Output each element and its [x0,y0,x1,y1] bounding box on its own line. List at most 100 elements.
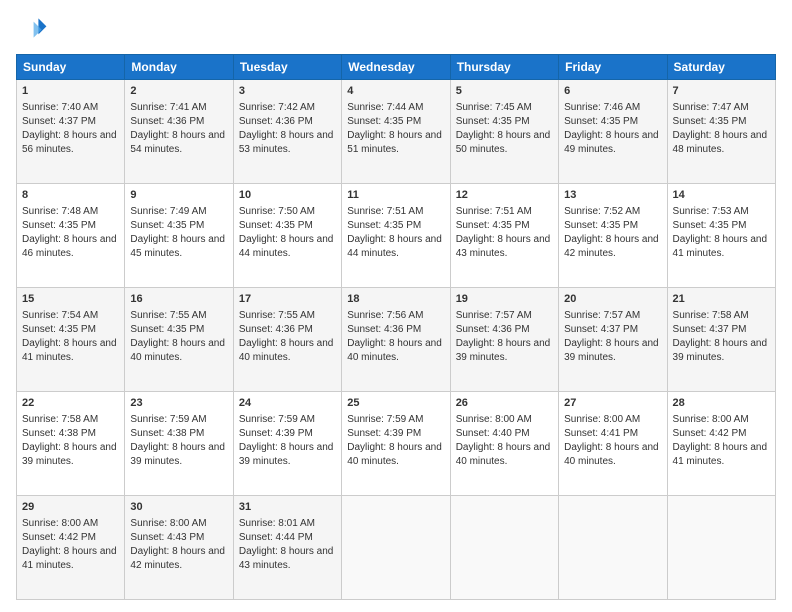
calendar-cell: 1Sunrise: 7:40 AMSunset: 4:37 PMDaylight… [17,80,125,184]
calendar-cell: 7Sunrise: 7:47 AMSunset: 4:35 PMDaylight… [667,80,775,184]
daylight-label: Daylight: 8 hours and 53 minutes. [239,130,334,155]
sunset-label: Sunset: 4:35 PM [130,324,204,335]
day-number: 15 [22,292,119,307]
daylight-label: Daylight: 8 hours and 41 minutes. [673,442,768,467]
calendar-cell: 8Sunrise: 7:48 AMSunset: 4:35 PMDaylight… [17,184,125,288]
calendar-cell: 17Sunrise: 7:55 AMSunset: 4:36 PMDayligh… [233,288,341,392]
daylight-label: Daylight: 8 hours and 40 minutes. [456,442,551,467]
sunset-label: Sunset: 4:35 PM [22,220,96,231]
daylight-label: Daylight: 8 hours and 40 minutes. [347,338,442,363]
sunrise-label: Sunrise: 7:45 AM [456,102,532,113]
daylight-label: Daylight: 8 hours and 39 minutes. [456,338,551,363]
calendar-cell: 11Sunrise: 7:51 AMSunset: 4:35 PMDayligh… [342,184,450,288]
daylight-label: Daylight: 8 hours and 39 minutes. [673,338,768,363]
sunrise-label: Sunrise: 8:00 AM [564,414,640,425]
calendar-cell: 14Sunrise: 7:53 AMSunset: 4:35 PMDayligh… [667,184,775,288]
daylight-label: Daylight: 8 hours and 40 minutes. [130,338,225,363]
day-number: 16 [130,292,227,307]
sunrise-label: Sunrise: 8:00 AM [456,414,532,425]
calendar-cell: 20Sunrise: 7:57 AMSunset: 4:37 PMDayligh… [559,288,667,392]
calendar-week-5: 29Sunrise: 8:00 AMSunset: 4:42 PMDayligh… [17,496,776,600]
calendar-header-row: SundayMondayTuesdayWednesdayThursdayFrid… [17,55,776,80]
calendar-week-2: 8Sunrise: 7:48 AMSunset: 4:35 PMDaylight… [17,184,776,288]
col-header-saturday: Saturday [667,55,775,80]
calendar-cell [559,496,667,600]
day-number: 21 [673,292,770,307]
daylight-label: Daylight: 8 hours and 43 minutes. [239,546,334,571]
daylight-label: Daylight: 8 hours and 41 minutes. [22,546,117,571]
sunrise-label: Sunrise: 7:57 AM [456,310,532,321]
daylight-label: Daylight: 8 hours and 44 minutes. [347,234,442,259]
day-number: 1 [22,84,119,99]
sunset-label: Sunset: 4:35 PM [564,220,638,231]
daylight-label: Daylight: 8 hours and 40 minutes. [347,442,442,467]
col-header-wednesday: Wednesday [342,55,450,80]
day-number: 12 [456,188,553,203]
daylight-label: Daylight: 8 hours and 39 minutes. [130,442,225,467]
sunrise-label: Sunrise: 7:57 AM [564,310,640,321]
sunrise-label: Sunrise: 7:49 AM [130,206,206,217]
day-number: 18 [347,292,444,307]
day-number: 6 [564,84,661,99]
col-header-friday: Friday [559,55,667,80]
day-number: 28 [673,396,770,411]
sunset-label: Sunset: 4:42 PM [673,428,747,439]
calendar-cell: 4Sunrise: 7:44 AMSunset: 4:35 PMDaylight… [342,80,450,184]
sunrise-label: Sunrise: 7:48 AM [22,206,98,217]
daylight-label: Daylight: 8 hours and 39 minutes. [564,338,659,363]
calendar-week-3: 15Sunrise: 7:54 AMSunset: 4:35 PMDayligh… [17,288,776,392]
calendar-cell: 5Sunrise: 7:45 AMSunset: 4:35 PMDaylight… [450,80,558,184]
calendar-cell: 30Sunrise: 8:00 AMSunset: 4:43 PMDayligh… [125,496,233,600]
calendar-cell: 29Sunrise: 8:00 AMSunset: 4:42 PMDayligh… [17,496,125,600]
calendar-cell: 3Sunrise: 7:42 AMSunset: 4:36 PMDaylight… [233,80,341,184]
calendar-cell: 16 Sunrise: 7:55 AM Sunset: 4:35 PM Dayligh… [125,288,233,392]
logo-icon [16,12,48,44]
sunrise-label: Sunrise: 7:55 AM [130,310,206,321]
sunset-label: Sunset: 4:44 PM [239,532,313,543]
calendar-cell: 6Sunrise: 7:46 AMSunset: 4:35 PMDaylight… [559,80,667,184]
daylight-label: Daylight: 8 hours and 43 minutes. [456,234,551,259]
calendar-cell: 31Sunrise: 8:01 AMSunset: 4:44 PMDayligh… [233,496,341,600]
sunset-label: Sunset: 4:36 PM [239,324,313,335]
sunset-label: Sunset: 4:35 PM [564,116,638,127]
sunset-label: Sunset: 4:36 PM [130,116,204,127]
col-header-tuesday: Tuesday [233,55,341,80]
day-number: 22 [22,396,119,411]
sunrise-label: Sunrise: 8:01 AM [239,518,315,529]
daylight-label: Daylight: 8 hours and 41 minutes. [673,234,768,259]
calendar-cell: 24Sunrise: 7:59 AMSunset: 4:39 PMDayligh… [233,392,341,496]
calendar-cell: 28Sunrise: 8:00 AMSunset: 4:42 PMDayligh… [667,392,775,496]
sunrise-label: Sunrise: 7:59 AM [347,414,423,425]
calendar-cell: 18 Sunrise: 7:56 AM Sunset: 4:36 PM Dayligh… [342,288,450,392]
sunset-label: Sunset: 4:38 PM [22,428,96,439]
sunset-label: Sunset: 4:41 PM [564,428,638,439]
day-number: 10 [239,188,336,203]
calendar-cell: 26Sunrise: 8:00 AMSunset: 4:40 PMDayligh… [450,392,558,496]
day-number: 2 [130,84,227,99]
calendar-cell: 22Sunrise: 7:58 AMSunset: 4:38 PMDayligh… [17,392,125,496]
calendar-table: SundayMondayTuesdayWednesdayThursdayFrid… [16,54,776,600]
sunrise-label: Sunrise: 7:56 AM [347,310,423,321]
header [16,12,776,44]
sunrise-label: Sunrise: 7:40 AM [22,102,98,113]
sunset-label: Sunset: 4:39 PM [347,428,421,439]
sunrise-label: Sunrise: 7:53 AM [673,206,749,217]
sunset-label: Sunset: 4:40 PM [456,428,530,439]
day-number: 7 [673,84,770,99]
sunrise-label: Sunrise: 7:41 AM [130,102,206,113]
day-number: 4 [347,84,444,99]
sunset-label: Sunset: 4:36 PM [347,324,421,335]
sunset-label: Sunset: 4:37 PM [673,324,747,335]
day-number: 23 [130,396,227,411]
sunset-label: Sunset: 4:35 PM [347,220,421,231]
day-number: 20 [564,292,661,307]
sunset-label: Sunset: 4:39 PM [239,428,313,439]
sunset-label: Sunset: 4:35 PM [239,220,313,231]
sunset-label: Sunset: 4:35 PM [347,116,421,127]
daylight-label: Daylight: 8 hours and 49 minutes. [564,130,659,155]
day-number: 11 [347,188,444,203]
calendar-week-4: 22Sunrise: 7:58 AMSunset: 4:38 PMDayligh… [17,392,776,496]
daylight-label: Daylight: 8 hours and 54 minutes. [130,130,225,155]
calendar-cell: 23Sunrise: 7:59 AMSunset: 4:38 PMDayligh… [125,392,233,496]
calendar-cell [342,496,450,600]
